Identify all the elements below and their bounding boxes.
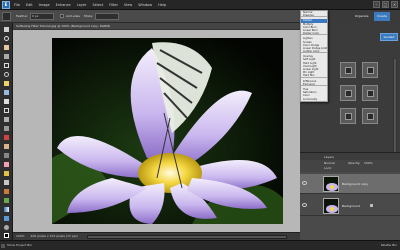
menu-view[interactable]: View (124, 3, 132, 7)
palette-bin-button[interactable]: Palette Bin (381, 243, 397, 247)
menu-bar: E File Edit Image Enhance Layer Select F… (0, 0, 400, 10)
show-project-bin-button[interactable]: Show Project Bin (7, 243, 32, 247)
effect-thumb-3[interactable] (340, 85, 356, 101)
document-image[interactable] (52, 38, 283, 224)
maximize-button[interactable]: □ (382, 1, 389, 8)
clone-stamp-tool[interactable] (2, 151, 11, 159)
lasso-tool[interactable] (2, 70, 11, 78)
flower-photo (52, 38, 283, 224)
lock-icon (370, 204, 373, 207)
menu-filter[interactable]: Filter (109, 3, 118, 7)
selection-brush-tool[interactable] (2, 88, 11, 96)
menu-edit[interactable]: Edit (26, 3, 33, 7)
mode-select[interactable] (95, 13, 119, 20)
current-tool-icon[interactable] (2, 12, 11, 21)
bottom-bar: Show Project Bin Palette Bin (0, 240, 400, 250)
layers-panel-header[interactable]: Layers (300, 152, 400, 160)
effect-thumb-1[interactable] (340, 62, 356, 78)
gradient-tool[interactable] (2, 205, 11, 213)
menu-layer[interactable]: Layer (77, 3, 87, 7)
document-size: 400 pixels x 313 pixels (72 ppi) (30, 234, 78, 238)
minimize-button[interactable]: – (373, 1, 380, 8)
status-bar: 100% 400 pixels x 313 pixels (72 ppi) (13, 232, 300, 240)
menu-items: File Edit Image Enhance Layer Select Fil… (14, 0, 172, 10)
zoom-level[interactable]: 100% (16, 234, 25, 238)
horizontal-scrollbar[interactable] (87, 235, 287, 239)
project-bin-icon (1, 244, 5, 248)
eye-icon[interactable] (302, 203, 307, 207)
hand-tool[interactable] (2, 43, 11, 51)
color-swatches-icon[interactable] (2, 231, 11, 239)
magic-wand-tool[interactable] (2, 79, 11, 87)
effect-thumb-6[interactable] (362, 108, 378, 124)
layer-thumbnail (323, 176, 339, 192)
marquee-tool[interactable] (2, 61, 11, 69)
opacity-label: Opacity: (348, 161, 361, 165)
layer-name: Background copy (342, 182, 369, 186)
blend-option[interactable]: Luminosity (301, 98, 327, 101)
effect-thumb-2[interactable] (362, 62, 378, 78)
window-controls: – □ × (371, 1, 398, 8)
layer-thumbnail (323, 198, 339, 214)
canvas-area: Softening Filter Tutorial.jpg @ 100% (Ba… (13, 23, 300, 240)
layers-list: Background copy Background (300, 172, 400, 240)
tab-organize[interactable]: Organize (352, 12, 371, 21)
menu-select[interactable]: Select (92, 3, 103, 7)
move-tool[interactable] (2, 25, 11, 33)
pencil-tool[interactable] (2, 169, 11, 177)
layers-options: Normal Opacity: 100% Lock: (300, 160, 400, 172)
shape-tool[interactable] (2, 214, 11, 222)
menu-file[interactable]: File (14, 3, 20, 7)
brush-tool[interactable] (2, 178, 11, 186)
zoom-tool[interactable] (2, 34, 11, 42)
menu-help[interactable]: Help (158, 3, 166, 7)
effects-scrollbar[interactable] (393, 58, 397, 158)
tab-create[interactable]: Create (374, 12, 390, 21)
document-title: Softening Filter Tutorial.jpg @ 100% (Ba… (13, 23, 300, 30)
menu-window[interactable]: Window (138, 3, 152, 7)
effect-thumb-4[interactable] (362, 85, 378, 101)
straighten-tool[interactable] (2, 124, 11, 132)
smart-brush-tool[interactable] (2, 187, 11, 195)
eraser-tool[interactable] (2, 160, 11, 168)
text-tool[interactable] (2, 97, 11, 105)
layer-row-background[interactable]: Background (300, 196, 400, 216)
paint-bucket-tool[interactable] (2, 196, 11, 204)
blend-mode-label: Normal (324, 161, 335, 165)
lock-label: Lock: (324, 166, 332, 170)
effect-thumb-5[interactable] (340, 108, 356, 124)
feather-label: Feather: (16, 14, 29, 18)
antialias-checkbox[interactable] (60, 14, 64, 18)
layer-name: Background (342, 204, 360, 208)
blur-tool[interactable] (2, 223, 11, 231)
guided-button[interactable]: Guided (380, 33, 398, 41)
menu-enhance[interactable]: Enhance (56, 3, 71, 7)
blend-mode-dropdown[interactable]: Normal Dissolve Darken Multiply Color Bu… (300, 10, 328, 102)
toolbox (0, 23, 13, 240)
antialias-label: Anti-alias (66, 14, 80, 18)
crop-tool[interactable] (2, 106, 11, 114)
mode-label: Mode: (84, 14, 94, 18)
layer-row-background-copy[interactable]: Background copy (300, 174, 400, 194)
app-logo: E (2, 1, 10, 9)
menu-image[interactable]: Image (39, 3, 50, 7)
cookie-cutter-tool[interactable] (2, 115, 11, 123)
eye-icon[interactable] (302, 181, 307, 185)
feather-input[interactable]: 0 px (30, 13, 54, 20)
opacity-value[interactable]: 100% (364, 161, 373, 165)
eyedropper-tool[interactable] (2, 52, 11, 60)
red-eye-tool[interactable] (2, 133, 11, 141)
close-button[interactable]: × (391, 1, 398, 8)
healing-brush-tool[interactable] (2, 142, 11, 150)
